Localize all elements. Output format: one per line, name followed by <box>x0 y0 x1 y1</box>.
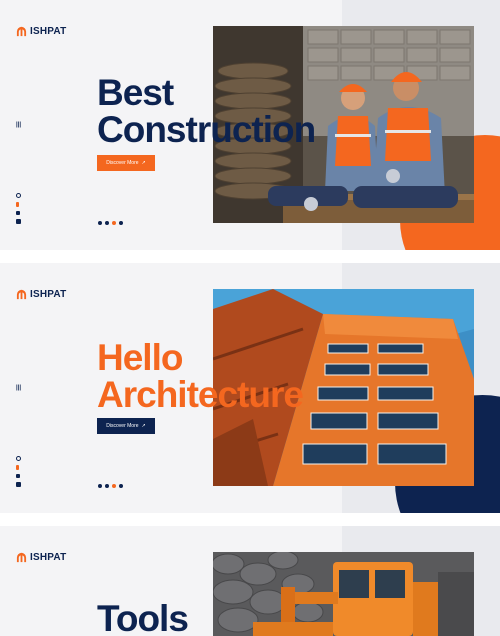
hero-photo-excavator <box>213 552 474 636</box>
facebook-icon[interactable] <box>16 219 21 224</box>
slider-dot[interactable] <box>112 484 116 488</box>
youtube-icon[interactable] <box>16 456 21 461</box>
brand-name: ISHPAT <box>30 289 67 300</box>
brand-logo[interactable]: ISHPAT <box>16 289 66 300</box>
logo-icon <box>16 289 27 300</box>
headline-line-1: Hello <box>97 337 183 378</box>
slider-dot[interactable] <box>98 221 102 225</box>
hero-slide-construction: ISHPAT ||| Best Construction Discover Mo… <box>0 0 500 250</box>
slider-dot[interactable] <box>119 484 123 488</box>
brand-logo[interactable]: ISHPAT <box>16 26 66 37</box>
cta-label: Discover More <box>106 160 139 166</box>
hero-slide-tools: ISHPAT Tools <box>0 526 500 636</box>
cta-label: Discover More <box>106 423 139 429</box>
slider-dot[interactable] <box>119 221 123 225</box>
headline-line-1: Tools <box>97 598 189 636</box>
slider-pagination <box>98 484 123 488</box>
logo-icon <box>16 552 27 563</box>
brand-name: ISHPAT <box>30 552 67 563</box>
headline-line-2: Construction <box>97 109 316 150</box>
hero-headline: Best Construction <box>97 72 316 150</box>
discover-more-button[interactable]: Discover More ↗ <box>97 418 155 434</box>
headline-line-2-text: Architecture <box>97 374 304 415</box>
arrow-up-right-icon: ↗ <box>141 160 146 166</box>
hero-headline: Hello Architecture <box>97 337 304 415</box>
facebook-icon[interactable] <box>16 482 21 487</box>
slider-pagination <box>98 221 123 225</box>
social-links <box>16 456 21 487</box>
brand-name: ISHPAT <box>30 26 67 37</box>
tiktok-icon[interactable] <box>16 465 19 470</box>
slider-dot[interactable] <box>105 484 109 488</box>
brand-logo[interactable]: ISHPAT <box>16 552 66 563</box>
hero-slide-architecture: ISHPAT ||| Hello Architecture Discover M… <box>0 263 500 513</box>
slider-dot[interactable] <box>112 221 116 225</box>
slider-dot[interactable] <box>98 484 102 488</box>
headline-line-1: Best <box>97 72 174 113</box>
headline-line-2: Architecture <box>97 374 304 415</box>
menu-toggle-icon[interactable]: ||| <box>16 122 21 128</box>
discover-more-button[interactable]: Discover More ↗ <box>97 155 155 171</box>
tiktok-icon[interactable] <box>16 202 19 207</box>
menu-toggle-icon[interactable]: ||| <box>16 385 21 391</box>
youtube-icon[interactable] <box>16 193 21 198</box>
vimeo-icon[interactable] <box>16 474 20 478</box>
social-links <box>16 193 21 224</box>
logo-icon <box>16 26 27 37</box>
vimeo-icon[interactable] <box>16 211 20 215</box>
hero-headline: Tools <box>97 598 189 636</box>
slider-dot[interactable] <box>105 221 109 225</box>
arrow-up-right-icon: ↗ <box>141 423 146 429</box>
